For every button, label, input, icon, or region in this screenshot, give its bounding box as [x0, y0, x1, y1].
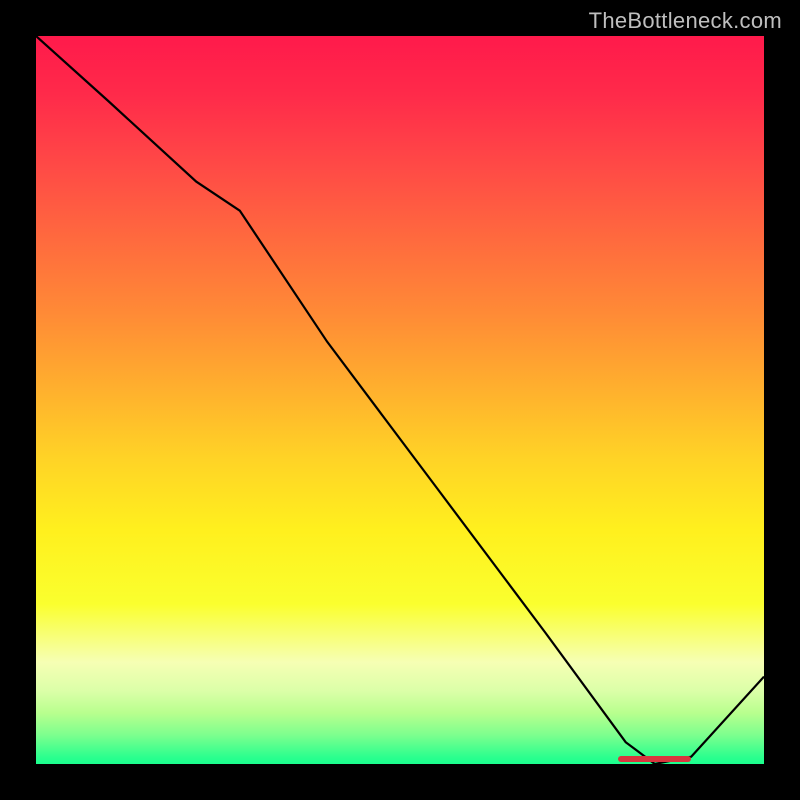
watermark-text: TheBottleneck.com: [589, 8, 782, 34]
plot-area: [36, 36, 764, 764]
highlight-marker: [618, 756, 691, 762]
chart-frame: TheBottleneck.com: [0, 0, 800, 800]
data-line: [36, 36, 764, 764]
